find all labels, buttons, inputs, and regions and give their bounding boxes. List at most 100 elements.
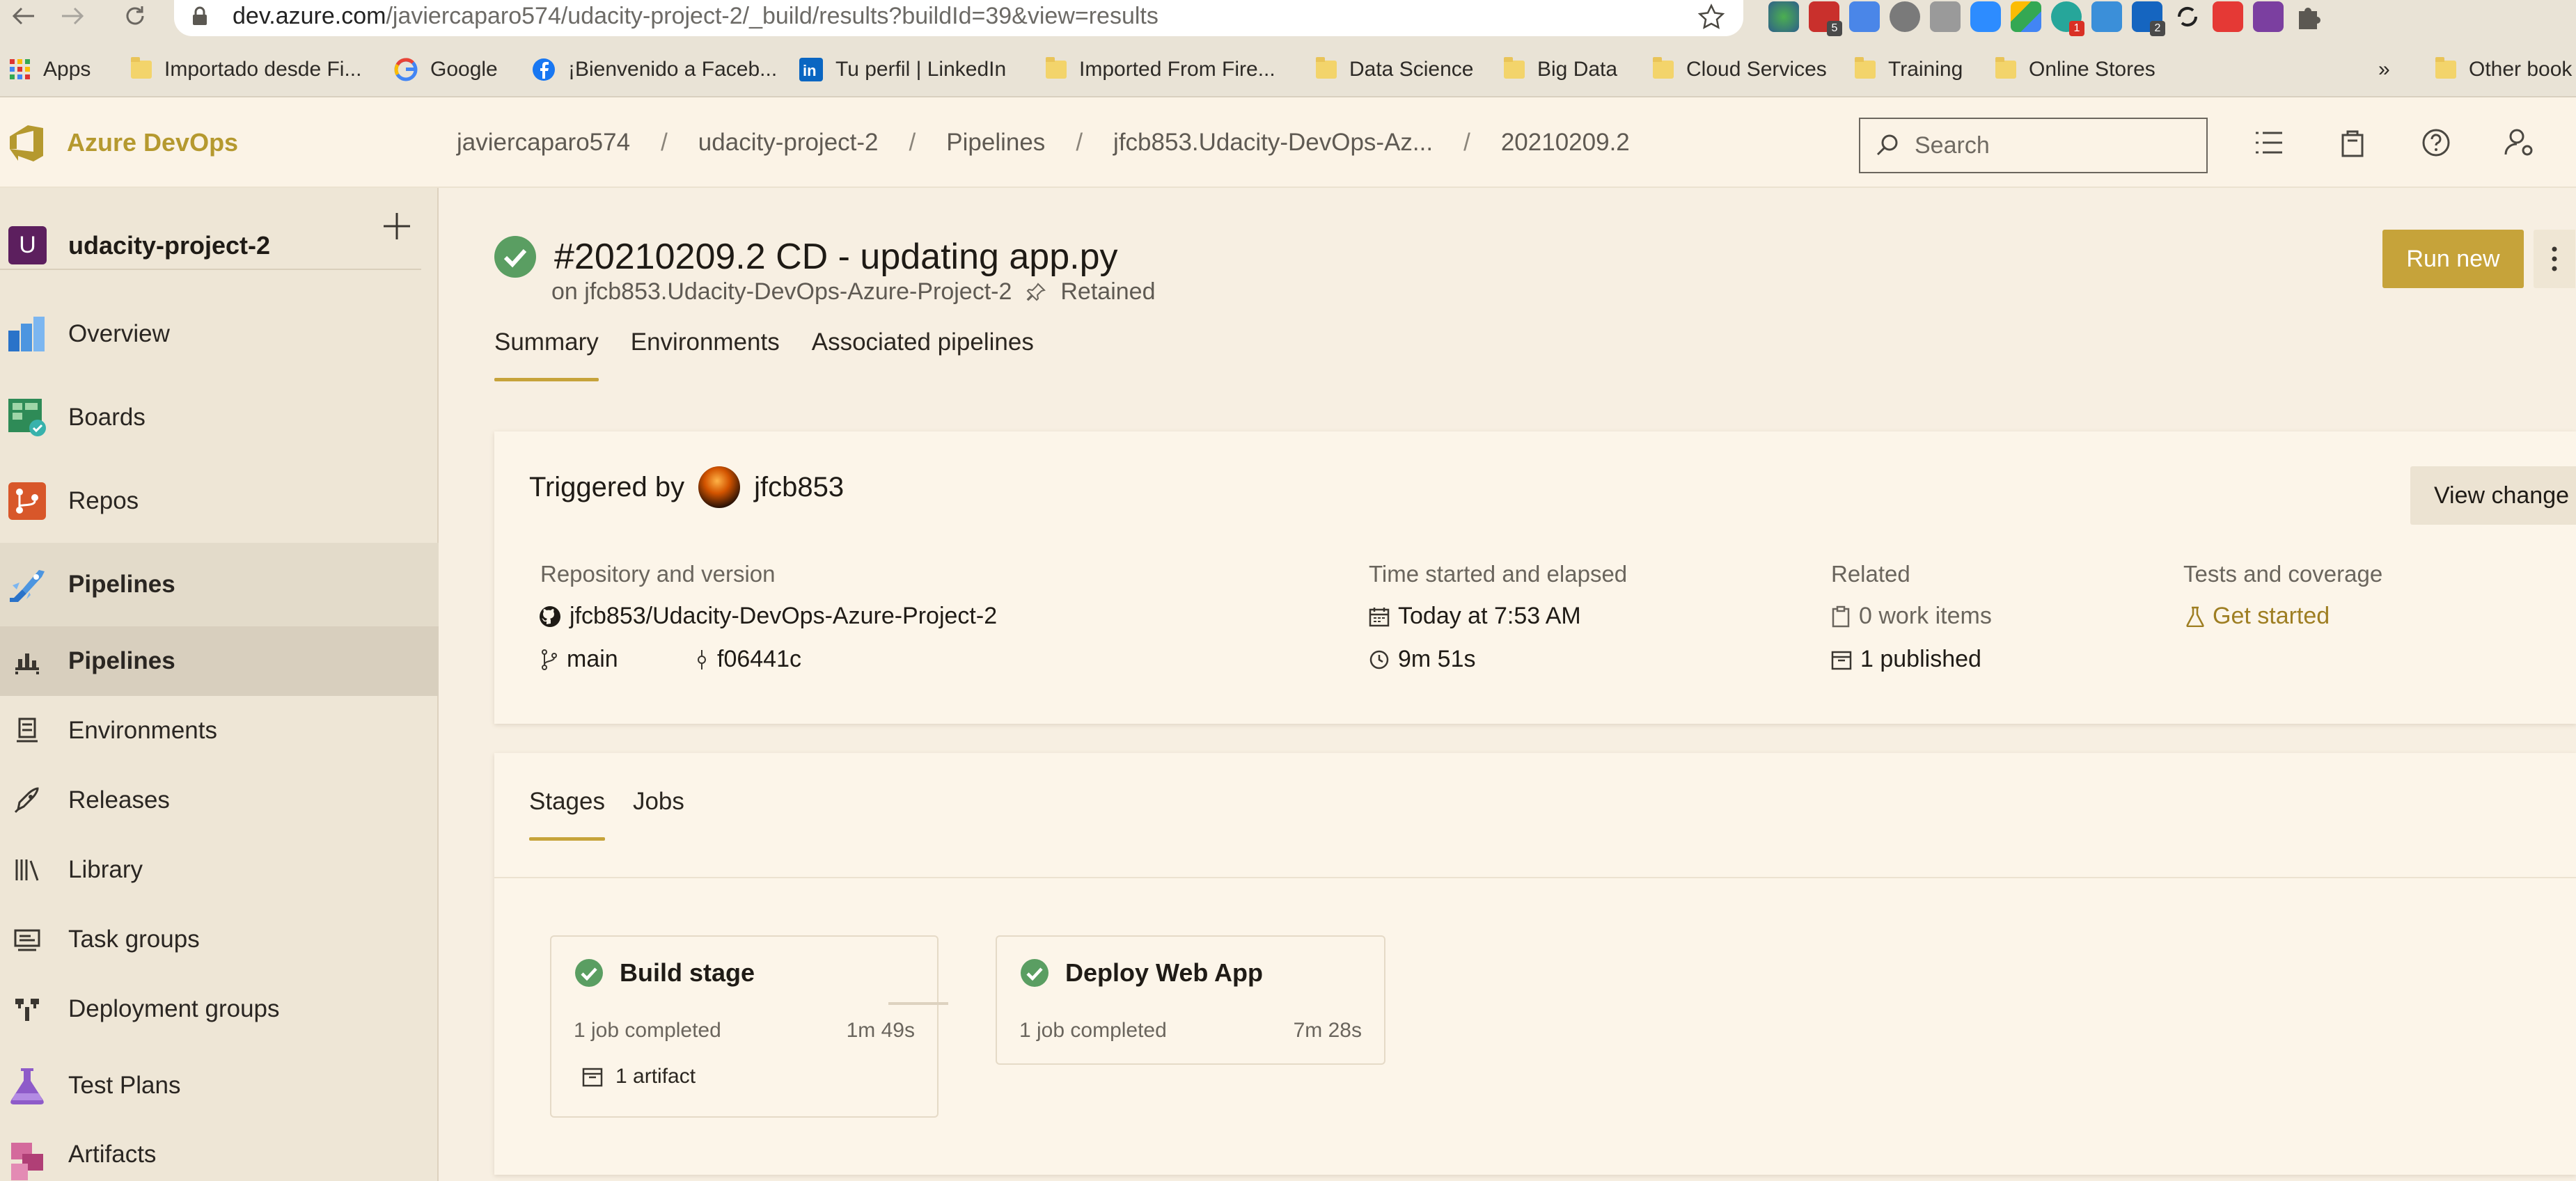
view-change-button[interactable]: View change [2410, 466, 2576, 525]
pipeline-link[interactable]: on jfcb853.Udacity-DevOps-Azure-Project-… [551, 278, 1012, 306]
related-label: Related [1831, 561, 1910, 587]
bookmark-google[interactable]: Google [394, 42, 498, 97]
bookmark-big-data[interactable]: Big Data [1504, 42, 1617, 97]
calendar-icon [1369, 606, 1390, 627]
sidebar-item-overview[interactable]: Overview [0, 292, 439, 376]
breadcrumb-org[interactable]: javiercaparo574 [457, 129, 630, 157]
bookmark-star-icon[interactable] [1697, 3, 1725, 31]
releases-icon [13, 786, 42, 815]
bookmark-other[interactable]: Other book [2435, 42, 2572, 97]
sidebar-item-boards[interactable]: Boards [0, 376, 439, 459]
stage-title: Deploy Web App [1019, 958, 1263, 988]
back-button[interactable] [7, 0, 40, 32]
url-path: /javiercaparo574/udacity-project-2/_buil… [386, 3, 1159, 29]
branch-row[interactable]: main [540, 646, 618, 673]
brand-link[interactable]: Azure DevOps [7, 117, 238, 168]
forward-button[interactable] [56, 0, 89, 32]
extension-zoom-icon[interactable] [1970, 1, 2001, 32]
extension-tools-icon[interactable] [1930, 1, 1961, 32]
sidebar-item-label: Task groups [68, 926, 200, 953]
extension-globe-icon[interactable] [1768, 1, 1799, 32]
reload-button[interactable] [118, 0, 152, 32]
bookmark-imported-firefox[interactable]: Imported From Fire... [1046, 42, 1275, 97]
tab-summary[interactable]: Summary [494, 328, 599, 381]
bookmark-apps[interactable]: Apps [10, 42, 91, 97]
sidebar-item-label: Boards [68, 404, 146, 431]
add-icon[interactable] [379, 209, 414, 244]
extension-drive-icon[interactable] [2011, 1, 2041, 32]
bookmark-data-science[interactable]: Data Science [1316, 42, 1473, 97]
search-input[interactable]: Search [1859, 118, 2208, 173]
work-items-list-icon[interactable] [2253, 127, 2285, 159]
github-icon [539, 605, 561, 628]
retained-label: Retained [1060, 278, 1156, 305]
sidebar-item-task-groups[interactable]: Task groups [0, 905, 439, 974]
stage-name: Deploy Web App [1065, 958, 1264, 987]
bookmark-label: Tu perfil | LinkedIn [835, 58, 1007, 81]
bookmark-facebook[interactable]: ¡Bienvenido a Faceb... [532, 42, 777, 97]
lock-icon [191, 6, 209, 26]
stage-artifact-link[interactable]: 1 artifact [582, 1065, 696, 1088]
run-new-button[interactable]: Run new [2382, 230, 2524, 288]
tab-associated-pipelines[interactable]: Associated pipelines [812, 328, 1034, 381]
bookmark-online-stores[interactable]: Online Stores [1995, 42, 2155, 97]
sidebar-item-deployment-groups[interactable]: Deployment groups [0, 974, 439, 1044]
breadcrumb-pipeline[interactable]: jfcb853.Udacity-DevOps-Az... [1113, 129, 1433, 157]
extension-grid-icon[interactable] [2213, 1, 2243, 32]
published-row[interactable]: 1 published [1831, 646, 1981, 673]
extensions-puzzle-icon[interactable] [2293, 1, 2324, 32]
bookmark-label: ¡Bienvenido a Faceb... [568, 58, 778, 81]
sidebar-item-test-plans[interactable]: Test Plans [0, 1044, 439, 1127]
bookmark-importado[interactable]: Importado desde Fi... [131, 42, 361, 97]
sidebar-item-library[interactable]: Library [0, 835, 439, 905]
extension-onenote-icon[interactable] [2253, 1, 2284, 32]
tab-jobs[interactable]: Jobs [633, 788, 684, 841]
breadcrumb-run[interactable]: 20210209.2 [1501, 129, 1630, 157]
help-icon[interactable] [2420, 127, 2452, 159]
project-switcher[interactable]: U udacity-project-2 [0, 209, 439, 278]
bookmark-label: Imported From Fire... [1079, 58, 1275, 81]
svg-text:in: in [803, 62, 817, 79]
folder-icon [1316, 57, 1337, 79]
extension-sync-icon[interactable] [2172, 1, 2203, 32]
stage-build[interactable]: Build stage 1 job completed 1m 49s 1 art… [550, 935, 938, 1118]
extension-red-icon[interactable]: 5 [1809, 1, 1842, 36]
breadcrumb-project[interactable]: udacity-project-2 [698, 129, 879, 157]
sidebar-item-releases[interactable]: Releases [0, 766, 439, 835]
sidebar-item-environments[interactable]: Environments [0, 696, 439, 766]
work-items-row[interactable]: 0 work items [1831, 603, 1992, 630]
stage-title: Build stage [574, 958, 755, 988]
extension-m-icon[interactable]: 2 [2132, 1, 2165, 36]
tab-stages[interactable]: Stages [529, 788, 605, 841]
user-settings-icon[interactable] [2504, 127, 2536, 159]
artifact-box-icon [1831, 649, 1852, 670]
repos-icon [7, 481, 47, 521]
main-content: #20210209.2 CD - updating app.py on jfcb… [440, 189, 2576, 1181]
sidebar-item-pipelines-sub[interactable]: Pipelines [0, 626, 439, 696]
stage-tabs: Stages Jobs [529, 788, 684, 843]
pipelines-icon [7, 564, 47, 605]
extension-photos-icon[interactable] [2091, 1, 2122, 32]
bookmark-cloud-services[interactable]: Cloud Services [1653, 42, 1827, 97]
marketplace-bag-icon[interactable] [2337, 127, 2369, 159]
bookmark-training[interactable]: Training [1855, 42, 1963, 97]
sidebar-item-pipelines[interactable]: Pipelines [0, 543, 439, 626]
triggered-by-user[interactable]: jfcb853 [754, 472, 844, 503]
bookmark-label: Training [1888, 58, 1963, 81]
get-started-link[interactable]: Get started [2186, 603, 2330, 630]
more-actions-icon[interactable] [2534, 230, 2575, 288]
stage-deploy[interactable]: Deploy Web App 1 job completed 7m 28s [996, 935, 1385, 1065]
search-placeholder: Search [1915, 132, 1990, 159]
bookmark-linkedin[interactable]: in Tu perfil | LinkedIn [799, 42, 1006, 97]
tab-environments[interactable]: Environments [631, 328, 780, 381]
bookmarks-overflow-button[interactable]: » [2378, 42, 2390, 97]
extension-translate-icon[interactable] [1849, 1, 1880, 32]
extension-a-icon[interactable]: 1 [2051, 1, 2084, 36]
address-bar[interactable]: dev.azure.com/javiercaparo574/udacity-pr… [174, 0, 1743, 36]
sidebar-item-repos[interactable]: Repos [0, 459, 439, 543]
commit-row[interactable]: f06441c [695, 646, 801, 673]
extension-chat-icon[interactable] [1890, 1, 1920, 32]
breadcrumb-pipelines[interactable]: Pipelines [946, 129, 1045, 157]
repo-row[interactable]: jfcb853/Udacity-DevOps-Azure-Project-2 [539, 603, 997, 630]
sidebar-item-artifacts[interactable]: Artifacts [0, 1127, 439, 1181]
